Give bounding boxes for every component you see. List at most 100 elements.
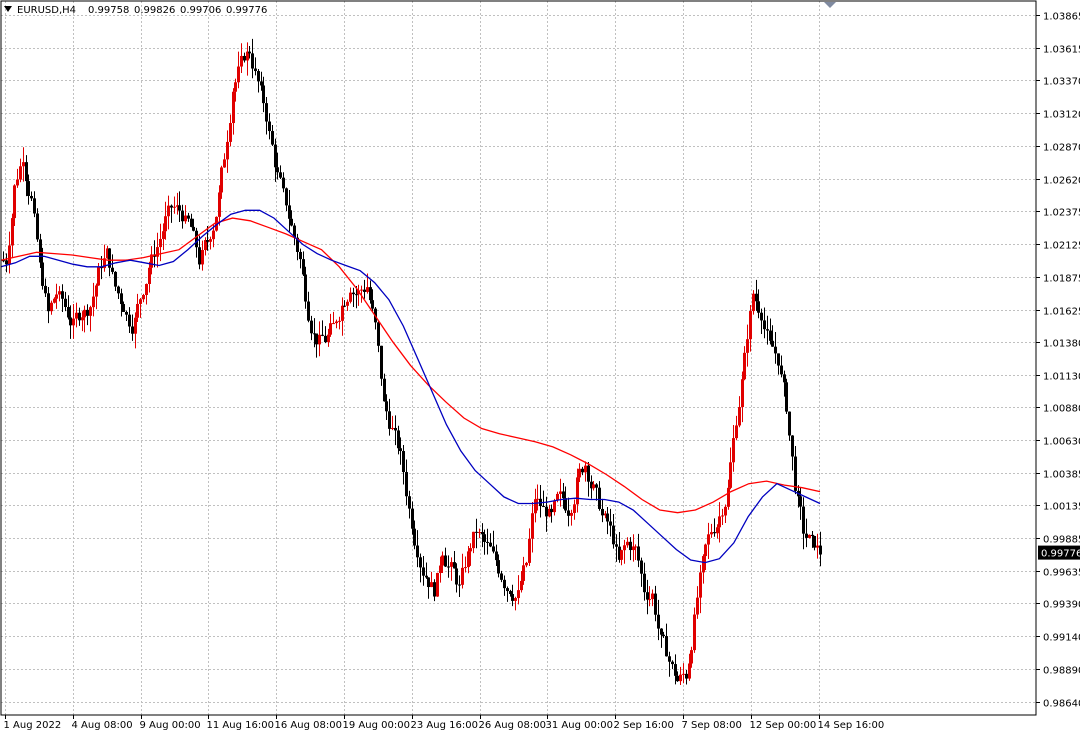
candle-body [713,532,716,534]
candle-body [615,544,618,547]
candle-body [774,346,777,354]
candle-body [391,427,394,429]
candle-body [321,334,324,336]
candle-body [86,309,89,316]
candle-body [640,560,643,574]
candle-body [685,673,688,679]
x-tick-label: 7 Sep 08:00 [682,720,742,731]
y-tick-label: 0.99885 [1043,535,1080,546]
candle-body [489,542,492,547]
x-tick-label: 11 Aug 16:00 [207,720,274,731]
candle-body [262,85,265,104]
candle-body [676,675,679,682]
symbol-timeframe-label: EURUSD,H4 [17,5,76,16]
candle-body [97,267,100,286]
y-tick-label: 1.03120 [1043,110,1080,121]
ohlc-close: 0.99776 [226,5,267,16]
candle-body [302,259,305,275]
candle-body [612,525,615,545]
candle-body [467,551,470,568]
candle-body [254,68,257,72]
candle-body [738,407,741,426]
candle-body [148,267,151,284]
candle-body [371,300,374,309]
candle-body [469,548,472,552]
ohlc-low: 0.99706 [180,5,221,16]
candle-body [584,465,587,473]
candle-body [808,534,811,538]
candle-body [657,614,660,629]
x-tick-label: 9 Aug 00:00 [140,720,201,731]
candle-body [595,484,598,488]
y-tick-label: 0.98890 [1043,666,1080,677]
candle-body [520,580,523,591]
candle-body [536,498,539,500]
candle-body [573,504,576,513]
candle-body [805,533,808,538]
candle-body [83,309,86,318]
candle-body [623,545,626,551]
candle-body [355,294,358,296]
candle-body [145,283,148,296]
candle-body [335,321,338,324]
current-price-value: 0.99776 [1041,549,1080,560]
candle-body [377,322,380,346]
candle-body [50,302,53,312]
candle-body [223,159,226,168]
candle-body [408,496,411,509]
candle-body [265,103,268,122]
candle-body [660,628,663,635]
y-tick-label: 1.00135 [1043,502,1080,513]
candle-body [637,546,640,561]
candle-body [411,508,414,529]
candle-body [735,425,738,439]
candle-body [634,546,637,548]
candle-body [576,477,579,505]
candle-body [346,301,349,306]
candle-body [500,573,503,580]
candle-body [674,664,677,676]
candle-body [195,230,198,248]
x-tick-label: 4 Aug 08:00 [72,720,133,731]
candle-body [447,566,450,568]
candle-body [131,326,134,334]
candle-body [780,365,783,375]
y-tick-label: 1.02375 [1043,208,1080,219]
y-tick-label: 1.02620 [1043,176,1080,187]
candle-body [338,320,341,322]
candle-body [475,531,478,533]
candle-body [481,531,484,535]
candle-body [327,334,330,343]
candle-body [550,508,553,513]
candle-body [271,131,274,145]
x-tick-label: 1 Aug 2022 [4,720,62,731]
candle-body [237,66,240,83]
chart-window[interactable]: 1.03865 1.03615 1.03370 1.03120 1.02870 1.026… [0,0,1080,736]
candle-body [299,251,302,260]
candle-body [461,567,464,585]
candle-body [120,293,123,305]
x-tick-label: 2 Sep 16:00 [614,720,674,731]
candle-body [788,411,791,436]
candle-body [64,298,67,308]
candle-body [61,291,64,299]
price-chart[interactable]: 1.03865 1.03615 1.03370 1.03120 1.02870 1.026… [0,0,1080,736]
x-tick-label: 31 Aug 00:00 [546,720,613,731]
candle-body [816,545,819,548]
candle-body [190,218,193,227]
candle-body [752,293,755,312]
candle-body [662,634,665,637]
y-tick-label: 0.99140 [1043,633,1080,644]
candle-body [716,527,719,534]
candle-body [528,538,531,563]
candle-body [777,353,780,366]
candle-body [53,298,56,303]
candle-body [688,663,691,679]
candle-body [13,185,16,219]
y-tick-label: 0.99635 [1043,568,1080,579]
candle-body [785,382,788,412]
y-tick-label: 1.01130 [1043,372,1080,383]
candle-body [626,541,629,546]
candle-body [517,590,520,599]
candle-body [802,506,805,534]
